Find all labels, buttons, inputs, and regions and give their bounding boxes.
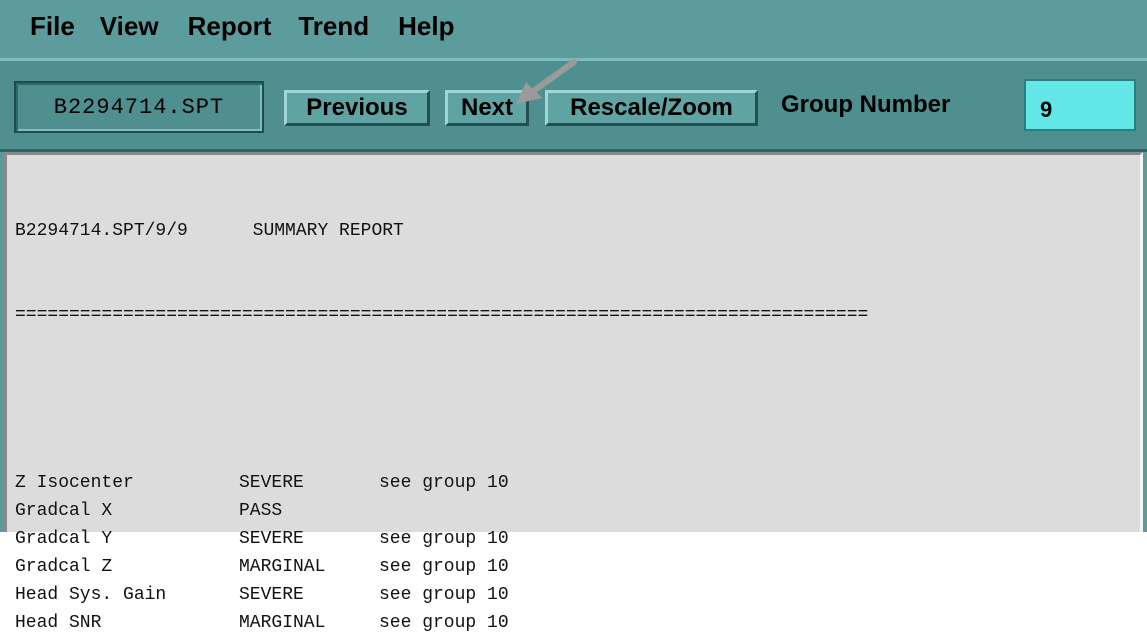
report-row-status: MARGINAL [239, 557, 326, 577]
report-row-name: Head Sys. Gain [15, 585, 167, 605]
previous-button[interactable]: Previous [284, 90, 430, 126]
report-row-note: see group 10 [379, 557, 509, 577]
menu-help[interactable]: Help [398, 11, 454, 48]
report-row: Head Sys. Gain SEVERE see group 10 [15, 581, 868, 609]
report-row: Z Isocenter SEVERE see group 10 [15, 469, 868, 497]
report-row-status: SEVERE [239, 473, 304, 493]
report-row: Head SNR MARGINAL see group 10 [15, 609, 868, 637]
report-row-note: see group 10 [379, 585, 509, 605]
report-row-name: Gradcal Y [15, 529, 113, 549]
filename-display: B2294714.SPT [14, 81, 264, 133]
report-row-note: see group 10 [379, 529, 509, 549]
report-row-note: see group 10 [379, 473, 509, 493]
report-row: Gradcal Y SEVERE see group 10 [15, 525, 868, 553]
report-text: B2294714.SPT/9/9 SUMMARY REPORT ========… [15, 161, 869, 633]
report-separator: ========================================… [15, 305, 869, 325]
report-panel[interactable]: B2294714.SPT/9/9 SUMMARY REPORT ========… [4, 152, 1143, 633]
menu-trend[interactable]: Trend [298, 11, 369, 48]
report-row-name: Gradcal X [15, 501, 113, 521]
report-row-list: Z Isocenter SEVERE see group 10 Gradcal X PA… [15, 469, 868, 633]
app-window: File View Report Trend Help B2294714.SPT… [0, 0, 1147, 633]
report-row-name: Head SNR [15, 613, 102, 633]
group-number-label: Group Number [781, 91, 951, 118]
menu-view[interactable]: View [100, 11, 159, 48]
report-header: B2294714.SPT/9/9 SUMMARY REPORT [15, 221, 404, 241]
report-row: Gradcal Z MARGINAL see group 10 [15, 553, 868, 581]
report-row-name: Z Isocenter [15, 473, 134, 493]
report-row-status: SEVERE [239, 585, 304, 605]
report-row-status: PASS [239, 501, 283, 521]
report-blank-line [15, 385, 868, 413]
group-number-input[interactable] [1024, 79, 1136, 131]
menu-report[interactable]: Report [188, 11, 272, 48]
menu-file[interactable]: File [30, 11, 75, 48]
report-row: Gradcal X PASS [15, 497, 868, 525]
report-row-status: MARGINAL [239, 613, 326, 633]
report-row-note: see group 10 [379, 613, 509, 633]
menu-bar: File View Report Trend Help [0, 0, 1147, 58]
report-row-status: SEVERE [239, 529, 304, 549]
report-row-name: Gradcal Z [15, 557, 113, 577]
arrow-pointer-icon [516, 59, 577, 104]
